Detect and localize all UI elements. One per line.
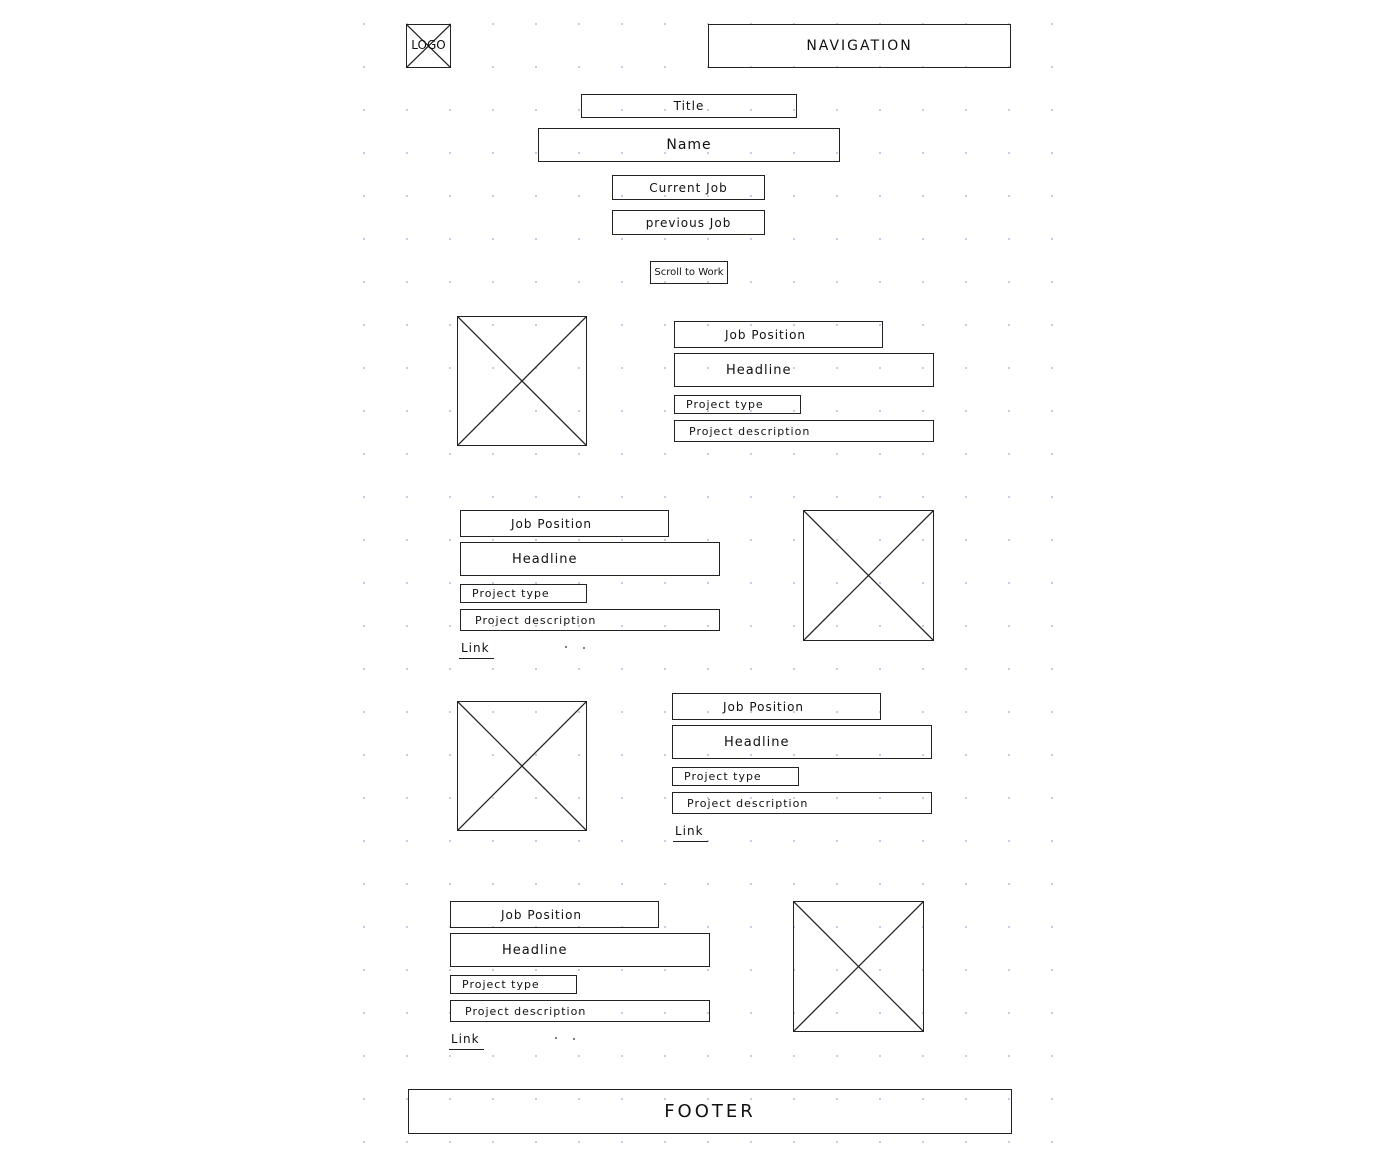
current-job-text: Current Job [649,180,728,195]
project-headline-text: Headline [724,734,790,750]
project-description: Project description [450,1000,710,1022]
scroll-to-work-label: Scroll to Work [654,267,724,278]
project-headline-text: Headline [512,551,578,567]
project-type: Project type [672,767,799,786]
stray-mark [565,646,567,648]
project-headline: Headline [450,933,710,967]
job-position-text: Job Position [723,699,805,714]
project-description: Project description [674,420,934,442]
scroll-to-work-button[interactable]: Scroll to Work [650,261,728,284]
image-placeholder-icon [458,317,586,445]
project-type-text: Project type [684,770,762,783]
job-position-text: Job Position [511,516,593,531]
navigation-label: NAVIGATION [806,38,913,54]
project-type: Project type [460,584,587,603]
project-image-placeholder[interactable] [457,316,587,446]
image-placeholder-icon [458,702,586,830]
job-position: Job Position [450,901,659,928]
project-description: Project description [460,609,720,631]
project-type-text: Project type [472,587,550,600]
canvas-margin-left [0,0,355,1160]
logo-placeholder[interactable]: LOGO [406,24,451,68]
project-type-text: Project type [462,978,540,991]
project-link[interactable]: Link [449,1032,484,1050]
hero-name: Name [538,128,840,162]
stray-mark [555,1037,557,1039]
image-placeholder-icon [794,902,923,1031]
canvas-margin-right [1062,0,1396,1160]
stray-mark [583,647,585,649]
job-position-text: Job Position [501,907,583,922]
hero-title-text: Title [673,99,705,113]
hero-title: Title [581,94,797,118]
project-description-text: Project description [689,424,811,438]
logo-label: LOGO [411,38,446,52]
project-description-text: Project description [475,613,597,627]
job-position: Job Position [674,321,883,348]
project-image-placeholder[interactable] [793,901,924,1032]
project-headline: Headline [674,353,934,387]
project-headline: Headline [672,725,932,759]
job-position: Job Position [460,510,669,537]
project-link[interactable]: Link [459,641,494,659]
project-image-placeholder[interactable] [803,510,934,641]
project-headline-text: Headline [726,362,792,378]
project-type: Project type [450,975,577,994]
previous-job: previous Job [612,210,765,235]
hero-name-text: Name [666,137,712,153]
project-headline-text: Headline [502,942,568,958]
project-type-text: Project type [686,398,764,411]
navigation-bar[interactable]: NAVIGATION [708,24,1011,68]
current-job: Current Job [612,175,765,200]
image-placeholder-icon [804,511,933,640]
footer: FOOTER [408,1089,1012,1134]
project-link[interactable]: Link [673,824,708,842]
project-type: Project type [674,395,801,414]
project-description-text: Project description [687,796,809,810]
job-position: Job Position [672,693,881,720]
project-description: Project description [672,792,932,814]
project-headline: Headline [460,542,720,576]
job-position-text: Job Position [725,327,807,342]
project-image-placeholder[interactable] [457,701,587,831]
footer-label: FOOTER [664,1101,756,1122]
project-description-text: Project description [465,1004,587,1018]
previous-job-text: previous Job [645,215,732,230]
stray-mark [573,1038,575,1040]
